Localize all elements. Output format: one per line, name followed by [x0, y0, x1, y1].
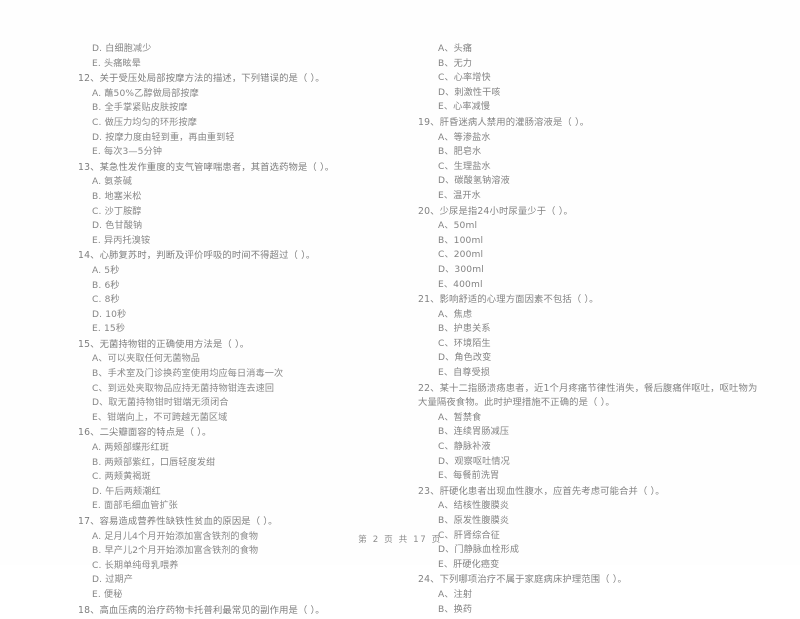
option-item: A、头痛: [438, 44, 473, 54]
question-text: 20、少尿是指24小时尿量少于（ ）。: [418, 205, 573, 217]
option-item: B、连续胃肠减压: [438, 427, 510, 438]
option-item: E. 异丙托溴铵: [92, 235, 151, 246]
option-item: D、取无菌持物钳时钳端无须闭合: [92, 398, 229, 409]
option-item: E、心率减慢: [438, 102, 491, 113]
option-item: D. 白细胞减少: [92, 44, 152, 54]
question-text: 14、心肺复苏时，判断及评价呼吸的时间不得超过（ ）。: [78, 250, 316, 262]
option-item: D、刺激性干咳: [438, 87, 501, 98]
option-item: D. 按摩力度由轻到重，再由重到轻: [92, 132, 235, 143]
option-item: D. 色甘酸钠: [92, 221, 143, 232]
option-item: C、心率增快: [438, 73, 491, 84]
option-item: B. 6秒: [92, 280, 120, 291]
option-item: C、到远处夹取物品应持无菌持物钳连去速回: [92, 383, 275, 394]
question-text: 19、肝昏迷病人禁用的灌肠溶液是（ ）。: [418, 116, 590, 128]
question-text: 18、高血压病的治疗药物卡托普利最常见的副作用是（ ）。: [78, 604, 325, 616]
question-block-22: 22、某十二指肠溃疡患者，近1个月疼痛节律性消失，餐后腹痛伴呕吐，呕吐物为大量隔…: [418, 382, 758, 484]
option-item: D. 午后两颊潮红: [92, 486, 161, 497]
option-item: A. 5秒: [92, 265, 120, 276]
option-item: A. 氨茶碱: [92, 177, 133, 188]
exam-page: D. 白细胞减少 E. 头痛眩晕 12、关于受压处局部按摩方法的描述，下列错误的…: [0, 0, 800, 616]
question-block-14: 14、心肺复苏时，判断及评价呼吸的时间不得超过（ ）。 A. 5秒 B. 6秒 …: [78, 249, 418, 337]
option-item: A. 蘸50%乙醇做局部按摩: [92, 88, 199, 99]
option-item: A、50ml: [438, 221, 478, 232]
option-item: C、生理盐水: [438, 161, 491, 172]
option-item: A、等渗盐水: [438, 132, 491, 143]
option-item: E、自尊受损: [438, 368, 491, 379]
option-item: A、暂禁食: [438, 412, 482, 423]
question-text: 22、某十二指肠溃疡患者，近1个月疼痛节律性消失，餐后腹痛伴呕吐，呕吐物为大量隔…: [418, 382, 758, 409]
question-block-orphan: D. 白细胞减少 E. 头痛眩晕: [78, 42, 418, 71]
option-item: C. 两颊黄褐斑: [92, 472, 151, 483]
option-item: A、结核性腹膜炎: [438, 501, 510, 512]
option-item: D、300ml: [438, 264, 484, 275]
option-item: E. 便秘: [92, 589, 123, 600]
option-item: E. 每次3—5分钟: [92, 147, 163, 158]
option-item: C、200ml: [438, 250, 484, 261]
option-item: E. 15秒: [92, 324, 126, 335]
question-block-23: 23、肝硬化患者出现血性腹水，应首先考虑可能合并（ ）。 A、结核性腹膜炎 B、…: [418, 485, 758, 573]
option-item: E、温开水: [438, 190, 481, 201]
option-item: E. 头痛眩晕: [92, 58, 141, 69]
option-item: B. 两颊部紫红，口唇轻度发绀: [92, 457, 216, 468]
question-block-13: 13、某急性发作重度的支气管哮喘患者，其首选药物是（ ）。 A. 氨茶碱 B. …: [78, 161, 418, 249]
page-footer: 第 2 页 共 17 页: [358, 535, 442, 545]
question-block-17: 17、容易造成营养性缺铁性贫血的原因是（ ）。 A. 足月儿4个月开始添加富含铁…: [78, 515, 418, 603]
question-block-19: 19、肝昏迷病人禁用的灌肠溶液是（ ）。 A、等渗盐水 B、肥皂水 C、生理盐水…: [418, 116, 758, 204]
option-item: A、焦虑: [438, 309, 473, 320]
option-item: A. 两颊部蝶形红斑: [92, 443, 169, 454]
option-item: C. 做压力均匀的环形按摩: [92, 117, 198, 128]
question-text: 17、容易造成营养性缺铁性贫血的原因是（ ）。: [78, 516, 278, 527]
option-item: E、每餐前洗胃: [438, 471, 500, 482]
option-item: E、400ml: [438, 279, 483, 290]
option-item: D、碳酸氢钠溶液: [438, 176, 510, 187]
option-item: C、环境陌生: [438, 338, 491, 349]
question-block-24: 24、下列哪项治疗不属于家庭病床护理范围（ ）。 A、注射 B、换药: [418, 573, 758, 617]
question-text: 21、影响舒适的心理方面因素不包括（ ）。: [418, 294, 599, 306]
option-item: B、换药: [438, 604, 473, 615]
option-item: A、注射: [438, 589, 473, 600]
question-text: 24、下列哪项治疗不属于家庭病床护理范围（ ）。: [418, 574, 627, 586]
option-item: B、手术室及门诊换药室使用均应每日消毒一次: [92, 369, 284, 380]
option-item: B. 全手掌紧贴皮肤按摩: [92, 103, 188, 114]
option-item: C. 8秒: [92, 295, 120, 306]
option-item: B. 早产儿2个月开始添加富含铁剂的食物: [92, 546, 259, 557]
question-block-20: 20、少尿是指24小时尿量少于（ ）。 A、50ml B、100ml C、200…: [418, 205, 758, 293]
question-block-18: 18、高血压病的治疗药物卡托普利最常见的副作用是（ ）。: [78, 604, 418, 619]
question-block-orphan-right: A、头痛 B、无力 C、心率增快 D、刺激性干咳 E、心率减慢: [418, 42, 758, 115]
option-item: D、角色改变: [438, 353, 492, 364]
question-text: 15、无菌持物钳的正确使用方法是（ ）。: [78, 338, 250, 350]
option-item: B、肥皂水: [438, 147, 482, 158]
option-item: B、100ml: [438, 235, 484, 246]
option-item: A、可以夹取任何无菌物品: [92, 354, 201, 365]
option-item: D. 过期产: [92, 575, 133, 586]
option-item: B、无力: [438, 58, 473, 69]
question-block-21: 21、影响舒适的心理方面因素不包括（ ）。 A、焦虑 B、护患关系 C、环境陌生…: [418, 293, 758, 381]
option-item: D、门静脉血栓形成: [438, 545, 520, 556]
question-block-12: 12、关于受压处局部按摩方法的描述，下列错误的是（ ）。 A. 蘸50%乙醇做局…: [78, 72, 418, 160]
option-item: E. 面部毛细血管扩张: [92, 501, 178, 512]
question-text: 13、某急性发作重度的支气管哮喘患者，其首选药物是（ ）。: [78, 161, 335, 173]
option-item: B. 地塞米松: [92, 191, 142, 202]
question-block-16: 16、二尖瓣面容的特点是（ ）。 A. 两颊部蝶形红斑 B. 两颊部紫红，口唇轻…: [78, 426, 418, 514]
option-item: C、静脉补液: [438, 442, 491, 453]
question-block-15: 15、无菌持物钳的正确使用方法是（ ）。 A、可以夹取任何无菌物品 B、手术室及…: [78, 338, 418, 426]
question-text: 23、肝硬化患者出现血性腹水，应首先考虑可能合并（ ）。: [418, 485, 665, 497]
option-item: C. 长期单纯母乳喂养: [92, 560, 179, 571]
question-text: 16、二尖瓣面容的特点是（ ）。: [78, 427, 212, 439]
option-item: B、护患关系: [438, 324, 491, 335]
option-item: C. 沙丁胺醇: [92, 206, 142, 217]
option-item: B、原发性腹膜炎: [438, 516, 510, 526]
option-item: D、观察呕吐情况: [438, 456, 510, 467]
option-item: E、肝硬化癌变: [438, 559, 500, 570]
option-item: E、钳端向上，不可跨越无菌区域: [92, 412, 228, 423]
question-text: 12、关于受压处局部按摩方法的描述，下列错误的是（ ）。: [78, 73, 325, 85]
option-item: D. 10秒: [92, 309, 127, 320]
